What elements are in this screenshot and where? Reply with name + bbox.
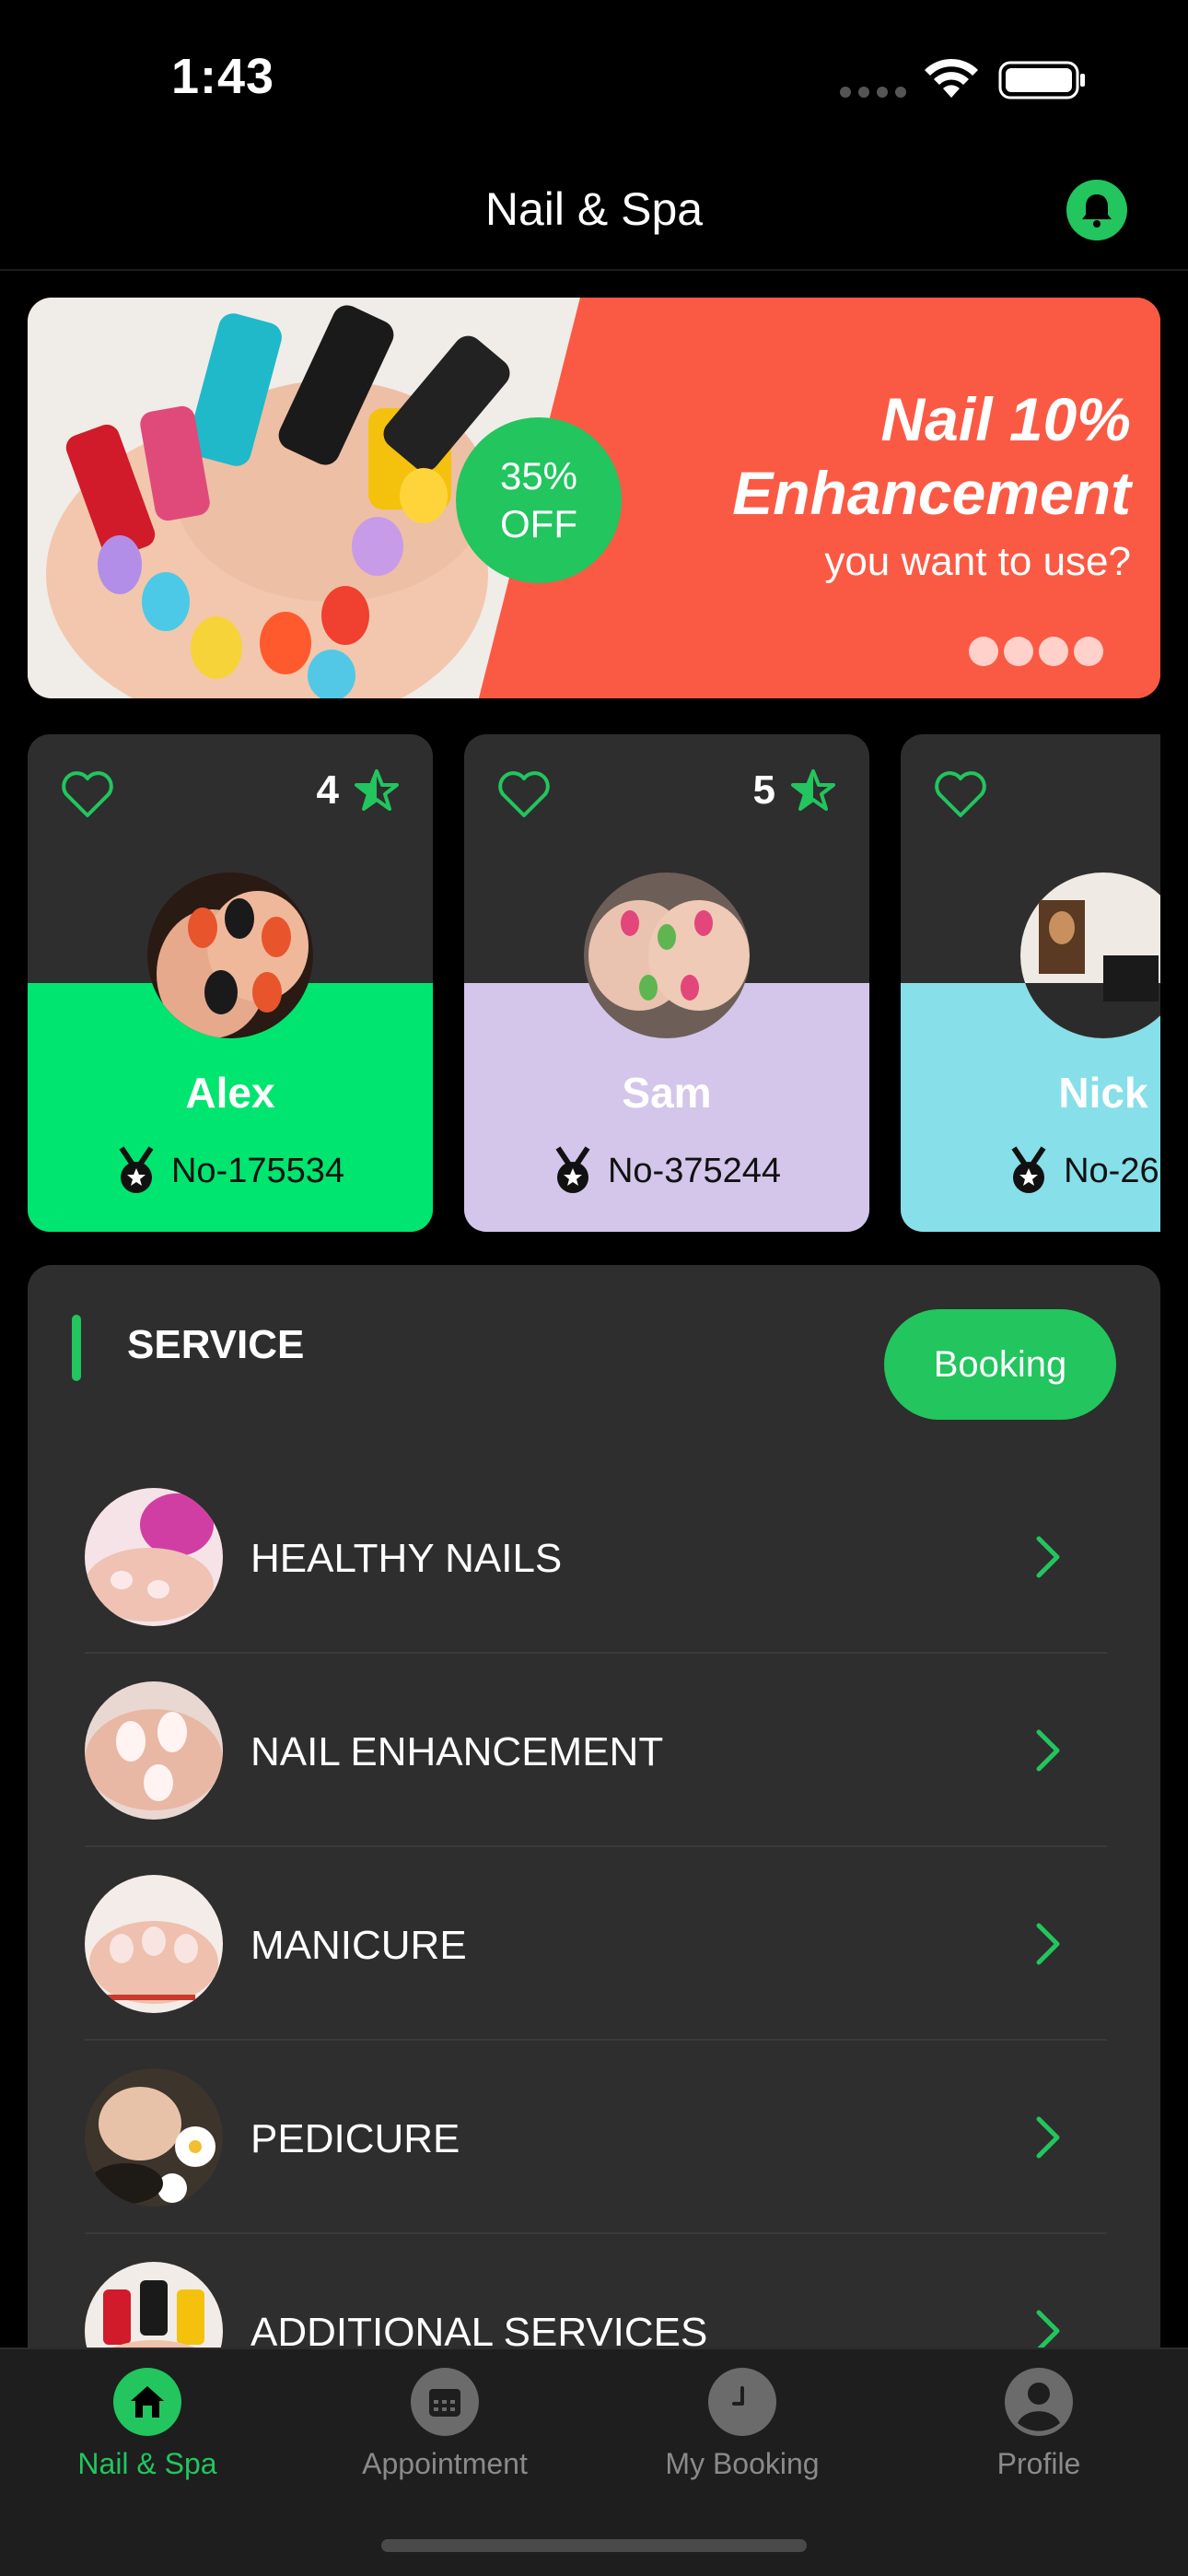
battery-icon <box>998 61 1085 100</box>
artist-name: Nick <box>1058 1069 1148 1117</box>
service-title: SERVICE <box>127 1322 305 1367</box>
tab-appointment[interactable]: Appointment <box>334 2368 555 2497</box>
artist-carousel[interactable]: 4 Alex No-175534 5 Sam No-375244 Nick No… <box>28 734 1160 1232</box>
service-label: HEALTHY NAILS <box>250 1536 563 1581</box>
service-item-manicure[interactable]: MANICURE <box>85 1847 1107 2041</box>
wifi-icon <box>925 58 978 98</box>
banner-headline: Nail 10% Enhancement <box>732 382 1131 530</box>
rating-value: 5 <box>752 767 775 813</box>
page-title: Nail & Spa <box>484 183 704 235</box>
medal-icon <box>119 1146 154 1193</box>
home-indicator[interactable] <box>381 2539 807 2552</box>
chevron-right-icon <box>1036 1536 1060 1578</box>
star-icon <box>355 769 399 811</box>
tab-profile[interactable]: Profile <box>928 2368 1149 2497</box>
promo-banner[interactable]: 35% OFF Nail 10% Enhancement you want to… <box>28 298 1160 698</box>
artist-id: No-2619 <box>1064 1151 1160 1190</box>
service-label: PEDICURE <box>250 2116 460 2161</box>
tab-label: Appointment <box>362 2447 528 2480</box>
banner-subtitle: you want to use? <box>824 539 1131 584</box>
service-item-nail-enhancement[interactable]: NAIL ENHANCEMENT <box>85 1654 1107 1847</box>
tab-my-booking[interactable]: My Booking <box>632 2368 853 2497</box>
artist-number: No-175534 <box>28 1146 433 1196</box>
artist-name: Alex <box>185 1069 275 1117</box>
artist-name: Sam <box>622 1069 712 1117</box>
medal-icon <box>1011 1146 1046 1193</box>
banner-page-indicator[interactable] <box>969 637 1103 666</box>
home-icon <box>113 2368 181 2436</box>
artist-number: No-2619 <box>901 1146 1160 1196</box>
star-icon <box>791 769 835 811</box>
chevron-right-icon <box>1036 1923 1060 1965</box>
tab-label: Nail & Spa <box>77 2447 217 2480</box>
artist-card-alex[interactable]: 4 Alex No-175534 <box>28 734 433 1232</box>
calendar-icon <box>411 2368 479 2436</box>
user-icon <box>1005 2368 1073 2436</box>
artist-rating: 4 <box>317 767 400 814</box>
artist-avatar <box>584 872 750 1038</box>
discount-off: OFF <box>500 502 577 545</box>
artist-rating: 5 <box>753 767 836 814</box>
artist-card-sam[interactable]: 5 Sam No-375244 <box>464 734 869 1232</box>
notification-button[interactable] <box>1066 180 1127 240</box>
page-dot[interactable] <box>1074 637 1103 666</box>
page-dot[interactable] <box>1004 637 1033 666</box>
service-thumbnail <box>85 1681 223 1820</box>
heart-icon[interactable] <box>61 769 114 819</box>
tab-label: My Booking <box>665 2447 820 2480</box>
artist-id: No-375244 <box>607 1151 782 1190</box>
status-bar: 1:43 <box>0 0 1188 147</box>
discount-badge: 35% OFF <box>456 417 622 583</box>
service-label: NAIL ENHANCEMENT <box>250 1729 664 1774</box>
artist-avatar <box>147 872 313 1038</box>
page-dot[interactable] <box>1039 637 1068 666</box>
rating-value: 4 <box>316 767 339 813</box>
service-item-pedicure[interactable]: PEDICURE <box>85 2041 1107 2234</box>
chevron-right-icon <box>1036 2116 1060 2159</box>
banner-headline-line1: Nail 10% <box>880 385 1131 453</box>
heart-icon[interactable] <box>497 769 551 819</box>
service-thumbnail <box>85 1875 223 2013</box>
section-accent-bar <box>72 1315 81 1381</box>
signal-dots-icon <box>840 87 906 100</box>
banner-headline-line2: Enhancement <box>732 459 1131 527</box>
service-item-healthy-nails[interactable]: HEALTHY NAILS <box>85 1460 1107 1654</box>
medal-icon <box>555 1146 590 1193</box>
clock-icon <box>708 2368 776 2436</box>
tab-nail-spa[interactable]: Nail & Spa <box>37 2368 258 2497</box>
discount-percent: 35% <box>499 454 578 498</box>
heart-icon[interactable] <box>934 769 987 819</box>
page-dot[interactable] <box>969 637 998 666</box>
booking-button[interactable]: Booking <box>884 1309 1116 1420</box>
service-thumbnail <box>85 1488 223 1626</box>
artist-number: No-375244 <box>464 1146 869 1196</box>
artist-card-nick[interactable]: Nick No-2619 <box>901 734 1160 1232</box>
tab-label: Profile <box>996 2447 1081 2480</box>
status-time: 1:43 <box>171 49 275 104</box>
artist-id: No-175534 <box>170 1151 345 1190</box>
service-thumbnail <box>85 2068 223 2207</box>
service-label: MANICURE <box>250 1923 467 1968</box>
chevron-right-icon <box>1036 1729 1060 1772</box>
bell-icon <box>1082 194 1112 228</box>
app-header: Nail & Spa <box>0 147 1188 271</box>
